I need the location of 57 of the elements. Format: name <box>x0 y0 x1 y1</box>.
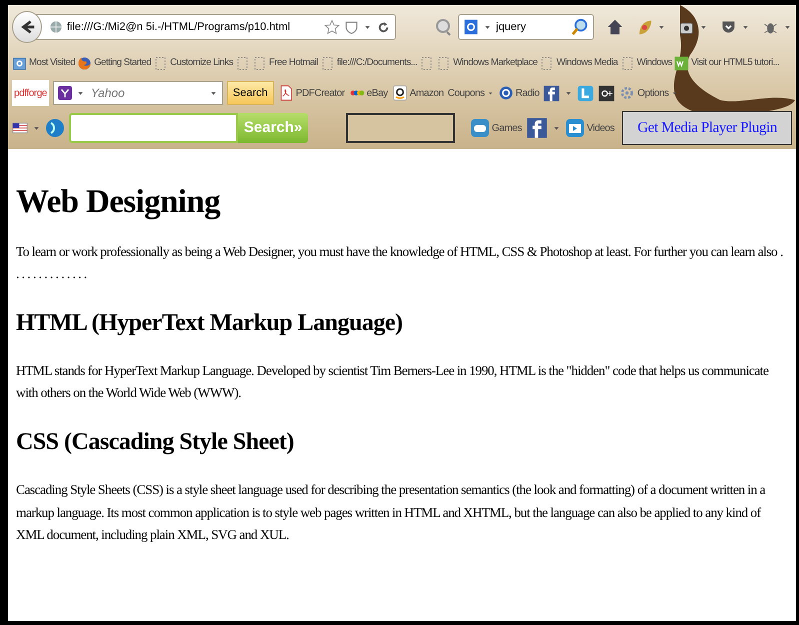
plugin-button[interactable]: Get Media Player Plugin <box>622 111 792 145</box>
gamepad-icon <box>470 118 490 138</box>
section-heading: HTML (HyperText Markup Language) <box>16 309 404 338</box>
paragraph: To learn or work professionally as being a Web Designer, you must have the knowledge of HTML, CSS & Photoshop at least. For further you can learn also . . . . . . . . . . . . . . <box>16 242 784 283</box>
home-icon[interactable] <box>606 18 624 36</box>
toolbar-link[interactable]: PDFCreator <box>278 85 345 101</box>
back-button[interactable] <box>12 11 42 43</box>
toolbar-link[interactable]: Coupons <box>448 86 494 100</box>
search-field[interactable] <box>69 113 238 143</box>
toolbar-link[interactable]: eBay <box>348 85 388 101</box>
dashed-page-icon <box>252 56 267 70</box>
settings-icon <box>619 85 636 101</box>
toolbar-link[interactable]: Videos <box>564 118 614 138</box>
search-field[interactable]: jquery <box>496 18 567 36</box>
bookmark-link[interactable]: Visit our HTML5 tutori... <box>674 56 780 70</box>
bookmark-link[interactable]: Windows Media <box>539 56 618 70</box>
dashed-page-icon <box>539 56 554 70</box>
facebook-icon[interactable] <box>543 84 560 102</box>
yahoo-icon <box>58 86 72 100</box>
star-icon[interactable] <box>324 19 340 35</box>
caret-icon <box>670 90 678 96</box>
search-icon[interactable] <box>571 18 589 36</box>
firefox-icon <box>77 56 92 70</box>
caret-icon <box>486 90 494 96</box>
video-icon <box>564 118 585 138</box>
globe-icon <box>48 20 63 34</box>
toolbar-link[interactable]: Radio <box>498 85 540 101</box>
dashed-page-icon <box>153 56 168 70</box>
section-heading: CSS (Cascading Style Sheet) <box>16 428 295 458</box>
toolbar-link[interactable]: Amazon <box>392 85 444 101</box>
reload-icon[interactable] <box>376 20 391 34</box>
pdfforge-logo[interactable]: pdfforge <box>12 80 49 106</box>
flag-icon[interactable] <box>12 120 28 136</box>
bookmark-link[interactable]: Customize Links <box>153 56 233 70</box>
pocket-icon[interactable] <box>720 18 737 36</box>
bookmark-link[interactable]: Windows Marketplace <box>436 56 538 70</box>
radio-icon <box>498 85 514 101</box>
search-button[interactable]: Search <box>226 81 274 105</box>
dashed-page-icon <box>436 56 452 70</box>
dashed-page-icon <box>620 56 635 70</box>
globe-icon[interactable] <box>45 118 65 138</box>
bookmark-link[interactable]: file:///C:/Documents... <box>336 56 418 70</box>
w3-icon <box>674 56 690 70</box>
toolbar-link[interactable]: Options <box>619 85 678 101</box>
bookmark-link[interactable]: Most Visited <box>12 56 76 70</box>
bookmark-link[interactable]: Windows <box>620 56 672 70</box>
page-heading: Web Designing <box>16 183 222 222</box>
shield-icon[interactable] <box>344 20 359 34</box>
yahoo-search-box[interactable]: Yahoo <box>52 81 223 105</box>
search-box[interactable]: jquery <box>458 14 594 40</box>
facebook-icon[interactable] <box>526 117 548 139</box>
bookmark-link[interactable]: Free Hotmail <box>252 56 318 70</box>
paragraph: HTML stands for HyperText Markup Language. Developed by scientist Tim Berners-Lee in 1990, HTML is the "hidden" code that helps us communicate with others on the World Wide Web (WWW). <box>16 362 770 402</box>
text-field[interactable] <box>346 113 456 143</box>
bookmark-link[interactable]: Getting Started <box>77 56 152 70</box>
toolbar-link[interactable]: Games <box>470 118 522 138</box>
paragraph: Cascading Style Sheets (CSS) is a style sheet language used for describing the presentation semantics (the look and formatting) of a document written in a markup language. Its most common application is to style web pages written in HTML and XHTML, but the language can also be applied to any kind of XML document, including plain XML, SVG and XUL. <box>16 481 766 544</box>
